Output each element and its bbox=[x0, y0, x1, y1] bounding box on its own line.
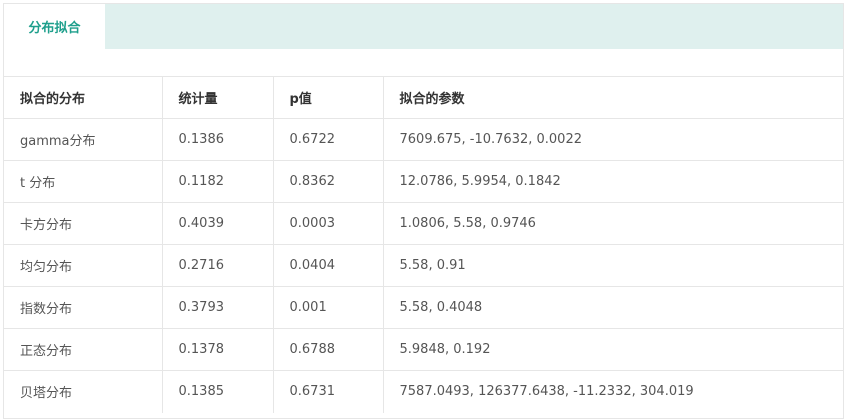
cell-parameters: 5.58, 0.91 bbox=[383, 244, 843, 287]
header-p-value: p值 bbox=[273, 76, 384, 119]
cell-distribution: t 分布 bbox=[4, 160, 163, 203]
table-row: gamma分布 0.1386 0.6722 7609.675, -10.7632… bbox=[4, 118, 843, 161]
distribution-fit-panel: 分布拟合 拟合的分布 统计量 p值 拟合的参数 gamma分布 0.1386 0… bbox=[3, 3, 844, 419]
cell-statistic: 0.4039 bbox=[162, 202, 274, 245]
cell-statistic: 0.3793 bbox=[162, 286, 274, 329]
header-statistic: 统计量 bbox=[162, 76, 274, 119]
table-row: 均匀分布 0.2716 0.0404 5.58, 0.91 bbox=[4, 244, 843, 287]
table-row: 卡方分布 0.4039 0.0003 1.0806, 5.58, 0.9746 bbox=[4, 202, 843, 245]
cell-distribution: 正态分布 bbox=[4, 328, 163, 371]
table-header-row: 拟合的分布 统计量 p值 拟合的参数 bbox=[4, 76, 843, 119]
header-fitted-distribution: 拟合的分布 bbox=[4, 76, 163, 119]
cell-distribution: 指数分布 bbox=[4, 286, 163, 329]
cell-statistic: 0.1182 bbox=[162, 160, 274, 203]
cell-p-value: 0.6722 bbox=[273, 118, 384, 161]
tab-distribution-fit[interactable]: 分布拟合 bbox=[4, 4, 105, 49]
cell-distribution: gamma分布 bbox=[4, 118, 163, 161]
cell-parameters: 12.0786, 5.9954, 0.1842 bbox=[383, 160, 843, 203]
cell-statistic: 0.2716 bbox=[162, 244, 274, 287]
cell-parameters: 7609.675, -10.7632, 0.0022 bbox=[383, 118, 843, 161]
cell-statistic: 0.1386 bbox=[162, 118, 274, 161]
table-row: t 分布 0.1182 0.8362 12.0786, 5.9954, 0.18… bbox=[4, 160, 843, 203]
cell-p-value: 0.6788 bbox=[273, 328, 384, 371]
cell-distribution: 卡方分布 bbox=[4, 202, 163, 245]
cell-parameters: 5.9848, 0.192 bbox=[383, 328, 843, 371]
cell-parameters: 5.58, 0.4048 bbox=[383, 286, 843, 329]
header-fitted-parameters: 拟合的参数 bbox=[383, 76, 843, 119]
cell-statistic: 0.1385 bbox=[162, 370, 274, 413]
table-row: 贝塔分布 0.1385 0.6731 7587.0493, 126377.643… bbox=[4, 370, 843, 413]
cell-distribution: 均匀分布 bbox=[4, 244, 163, 287]
tab-bar: 分布拟合 bbox=[4, 4, 843, 49]
cell-distribution: 贝塔分布 bbox=[4, 370, 163, 413]
cell-parameters: 1.0806, 5.58, 0.9746 bbox=[383, 202, 843, 245]
cell-p-value: 0.0003 bbox=[273, 202, 384, 245]
cell-p-value: 0.0404 bbox=[273, 244, 384, 287]
fit-results-table: 拟合的分布 统计量 p值 拟合的参数 gamma分布 0.1386 0.6722… bbox=[4, 76, 843, 413]
cell-p-value: 0.001 bbox=[273, 286, 384, 329]
table-row: 正态分布 0.1378 0.6788 5.9848, 0.192 bbox=[4, 328, 843, 371]
cell-parameters: 7587.0493, 126377.6438, -11.2332, 304.01… bbox=[383, 370, 843, 413]
cell-p-value: 0.8362 bbox=[273, 160, 384, 203]
cell-p-value: 0.6731 bbox=[273, 370, 384, 413]
cell-statistic: 0.1378 bbox=[162, 328, 274, 371]
table-row: 指数分布 0.3793 0.001 5.58, 0.4048 bbox=[4, 286, 843, 329]
